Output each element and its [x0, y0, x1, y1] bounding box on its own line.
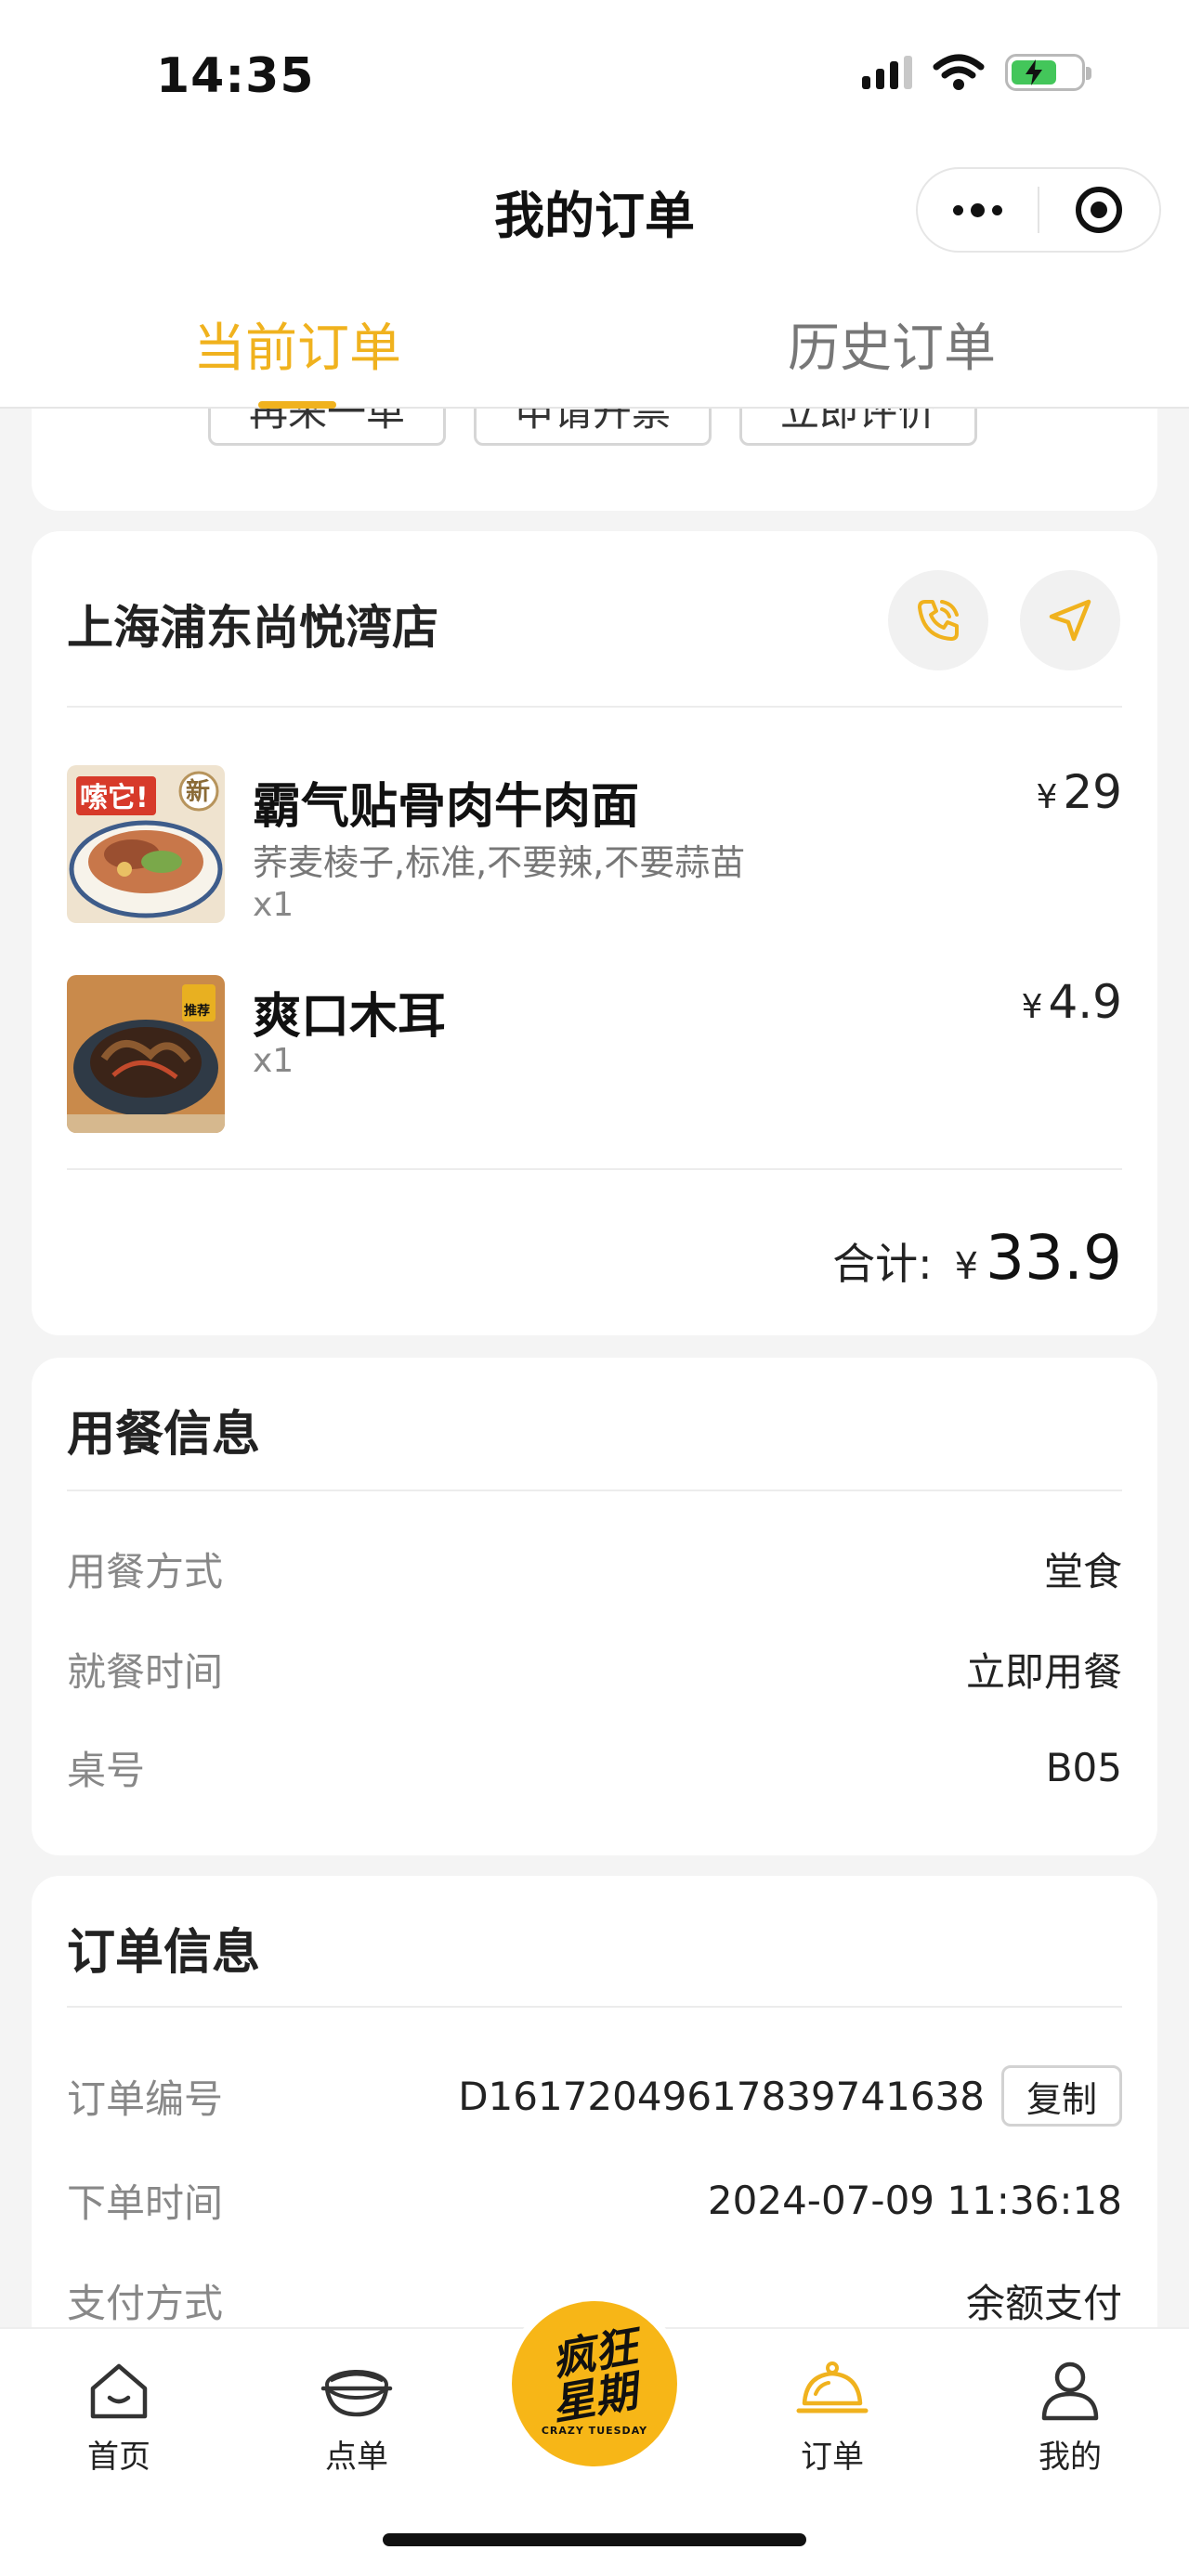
- nav-bar: 我的订单: [0, 149, 1189, 279]
- order-info-card: 订单信息 订单编号 D16172049617839741638 复制 下单时间 …: [32, 1876, 1157, 2327]
- tab-history-orders[interactable]: 历史订单: [594, 279, 1189, 407]
- home-icon: [90, 2363, 148, 2419]
- item-image: 嗦它! 新: [67, 765, 225, 923]
- close-miniprogram-button[interactable]: [1039, 169, 1159, 251]
- wifi-icon: [933, 54, 985, 90]
- item-price-value: 4.9: [1048, 975, 1122, 1029]
- request-invoice-button[interactable]: 申请开票: [474, 409, 712, 446]
- profile-icon: [1041, 2361, 1099, 2421]
- brand-logo-button[interactable]: 疯狂 星期 CRAZY TUESDAY: [504, 2294, 685, 2474]
- info-row: 就餐时间 立即用餐: [67, 1636, 1122, 1701]
- currency-symbol: ¥: [954, 1245, 979, 1288]
- info-value: 立即用餐: [965, 1648, 1122, 1695]
- info-key: 下单时间: [67, 2179, 224, 2226]
- logo-line-2: 星期: [548, 2364, 641, 2430]
- order-actions-card: 再来一单 申请开票 立即评价: [32, 409, 1157, 511]
- item-spec: 荞麦棱子,标准,不要辣,不要蒜苗: [253, 842, 746, 883]
- info-key: 就餐时间: [67, 1648, 224, 1695]
- info-key: 桌号: [67, 1747, 146, 1793]
- cellular-signal-icon: [862, 56, 912, 89]
- store-name: 上海浦东尚悦湾店: [67, 601, 438, 655]
- tabbar-item-menu[interactable]: 点单: [282, 2357, 431, 2477]
- more-button[interactable]: [918, 169, 1038, 251]
- info-key: 订单编号: [67, 2075, 224, 2122]
- total-label: 合计:: [832, 1239, 933, 1289]
- info-row: 下单时间 2024-07-09 11:36:18: [67, 2167, 1122, 2232]
- item-image-tag: 推荐: [184, 1004, 210, 1019]
- battery-icon: [1005, 54, 1091, 91]
- item-name: 爽口木耳: [253, 989, 447, 1045]
- phone-icon: [918, 600, 959, 641]
- navigation-arrow-icon: [1049, 599, 1091, 642]
- order-item: 嗦它! 新 霸气贴骨肉牛肉面 荞麦棱子,标准,不要辣,不要蒜苗 x1 ¥29: [67, 765, 1122, 925]
- info-value: D16172049617839741638: [458, 2073, 985, 2119]
- mini-program-capsule: [916, 167, 1161, 253]
- item-price: ¥29: [1036, 765, 1122, 819]
- brand-logo: 疯狂 星期 CRAZY TUESDAY: [512, 2301, 677, 2466]
- item-price-value: 29: [1063, 765, 1122, 819]
- tab-label: 历史订单: [788, 319, 996, 379]
- order-tabs: 当前订单 历史订单: [0, 279, 1189, 409]
- info-row: 订单编号 D16172049617839741638 复制: [67, 2063, 1122, 2128]
- tabbar-label: 点单: [325, 2439, 388, 2476]
- order-detail-scroll[interactable]: 再来一单 申请开票 立即评价 上海浦东尚悦湾店 嗦它! 新 霸气贴骨肉牛肉面 荞…: [0, 409, 1189, 2327]
- status-bar: 14:35: [0, 0, 1189, 149]
- tab-current-orders[interactable]: 当前订单: [0, 279, 594, 409]
- order-icon: [796, 2361, 869, 2413]
- section-title: 订单信息: [67, 1925, 261, 1981]
- navigate-store-button[interactable]: [1020, 570, 1120, 670]
- reorder-button[interactable]: 再来一单: [208, 409, 446, 446]
- target-icon: [1076, 187, 1123, 233]
- info-value: 2024-07-09 11:36:18: [707, 2177, 1122, 2223]
- item-quantity: x1: [253, 1042, 294, 1080]
- item-image-badge: 嗦它!: [80, 782, 149, 814]
- tab-label: 当前订单: [193, 319, 401, 379]
- item-image-tag: 新: [186, 778, 211, 806]
- info-value: 余额支付: [965, 2280, 1122, 2326]
- dining-info-card: 用餐信息 用餐方式 堂食 就餐时间 立即用餐 桌号 B05: [32, 1358, 1157, 1855]
- info-row: 用餐方式 堂食: [67, 1536, 1122, 1601]
- info-value: B05: [1045, 1744, 1122, 1790]
- bowl-icon: [320, 2370, 393, 2417]
- home-indicator: [383, 2533, 806, 2546]
- tabbar-label: 订单: [801, 2439, 864, 2476]
- divider: [67, 706, 1122, 708]
- item-name: 霸气贴骨肉牛肉面: [253, 779, 640, 835]
- copy-order-number-button[interactable]: 复制: [1000, 2065, 1122, 2127]
- item-quantity: x1: [253, 886, 294, 924]
- order-item: 推荐 爽口木耳 x1 ¥4.9: [67, 975, 1122, 1135]
- currency-symbol: ¥: [1021, 988, 1043, 1026]
- tabbar-item-home[interactable]: 首页: [45, 2357, 193, 2477]
- tabbar-item-orders[interactable]: 订单: [758, 2357, 907, 2477]
- order-items-card: 上海浦东尚悦湾店 嗦它! 新 霸气贴骨肉牛肉面 荞麦棱子,标准,不要辣,不要蒜苗…: [32, 531, 1157, 1335]
- divider: [67, 2006, 1122, 2008]
- tab-active-indicator: [258, 401, 336, 409]
- tabbar-label: 我的: [1039, 2439, 1102, 2476]
- info-value: 堂食: [1043, 1548, 1122, 1594]
- tabbar-item-profile[interactable]: 我的: [996, 2357, 1144, 2477]
- currency-symbol: ¥: [1036, 778, 1058, 816]
- info-key: 支付方式: [67, 2280, 224, 2326]
- status-icons: [862, 54, 1091, 91]
- total-amount: 33.9: [986, 1222, 1122, 1294]
- order-number: D16172049617839741638 复制: [458, 2065, 1122, 2127]
- info-row: 桌号 B05: [67, 1735, 1122, 1800]
- item-image: 推荐: [67, 975, 225, 1133]
- order-total: 合计: ¥ 33.9: [832, 1222, 1122, 1294]
- status-time: 14:35: [156, 48, 315, 104]
- tabbar-label: 首页: [87, 2439, 150, 2476]
- more-icon: [953, 202, 1002, 217]
- item-price: ¥4.9: [1022, 975, 1122, 1029]
- review-button[interactable]: 立即评价: [739, 409, 977, 446]
- call-store-button[interactable]: [888, 570, 988, 670]
- divider: [67, 1490, 1122, 1491]
- info-key: 用餐方式: [67, 1548, 224, 1594]
- divider: [67, 1168, 1122, 1170]
- section-title: 用餐信息: [67, 1407, 261, 1463]
